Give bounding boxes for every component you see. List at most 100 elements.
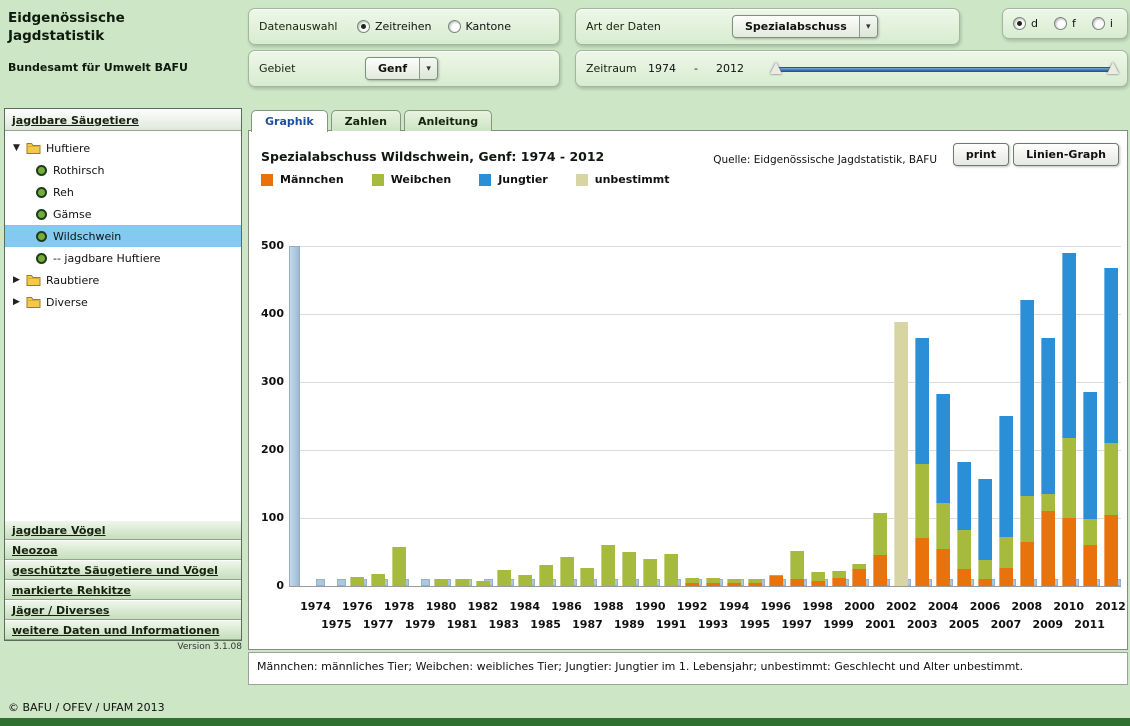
legend-swatch: [576, 174, 588, 186]
x-axis-label: 2002: [880, 600, 922, 613]
tree-folder-diverse[interactable]: ▶Diverse: [5, 291, 241, 313]
chevron-right-icon[interactable]: ▶: [13, 297, 26, 307]
radio-language-i[interactable]: [1092, 17, 1105, 30]
art-der-daten-select[interactable]: Spezialabschuss ▾: [732, 15, 878, 38]
app-title: Eidgenössische Jagdstatistik: [8, 10, 188, 45]
bar-segment-weibchen: [790, 551, 804, 580]
zeitraum-from: 1974: [648, 62, 676, 75]
bar-segment-jungtier: [957, 462, 971, 530]
bar-segment-weibchen: [476, 581, 490, 586]
chart-footnote: Männchen: männliches Tier; Weibchen: wei…: [248, 652, 1128, 685]
bar-segment-weibchen: [392, 547, 406, 586]
bar-segment-männchen: [978, 579, 992, 586]
bar-segment-weibchen: [978, 560, 992, 579]
tree-item-rothirsch[interactable]: Rothirsch: [5, 159, 241, 181]
sidebar-section-jagdbare-vögel[interactable]: jagdbare Vögel: [5, 520, 241, 540]
slider-handle-right[interactable]: [1107, 62, 1119, 74]
legend-item-jungtier: Jungtier: [479, 173, 548, 186]
gebiet-panel: Gebiet Genf ▾: [248, 50, 560, 87]
axis-nub: [337, 579, 346, 586]
folder-icon: [26, 296, 41, 308]
species-bullet-icon: [36, 165, 47, 176]
bar-segment-weibchen: [1041, 494, 1055, 511]
tree-item-gämse[interactable]: Gämse: [5, 203, 241, 225]
sidebar-section-geschützte-säugetiere-und-vögel[interactable]: geschützte Säugetiere und Vögel: [5, 560, 241, 580]
tree-item-label: Gämse: [53, 208, 91, 221]
legend-label: Jungtier: [498, 173, 548, 186]
language-panel: d f i: [1002, 8, 1128, 39]
radio-kantone[interactable]: [448, 20, 461, 33]
y-axis-bar: [289, 246, 300, 586]
legend-item-unbestimmt: unbestimmt: [576, 173, 670, 186]
legend-label: Männchen: [280, 173, 344, 186]
app-title-line2: Jagdstatistik: [8, 28, 188, 46]
tab-anleitung[interactable]: Anleitung: [404, 110, 492, 131]
bar-segment-jungtier: [936, 394, 950, 503]
bar-segment-weibchen: [999, 537, 1013, 568]
bar-segment-weibchen: [748, 579, 762, 584]
bar-segment-weibchen: [664, 554, 678, 586]
chevron-right-icon[interactable]: ▶: [13, 275, 26, 285]
zeitraum-separator: -: [694, 62, 698, 75]
x-axis-label: 1997: [776, 618, 818, 631]
radio-zeitreihen[interactable]: [357, 20, 370, 33]
tree-item-jagdbare-huftiere[interactable]: -- jagdbare Huftiere: [5, 247, 241, 269]
x-axis-label: 1989: [608, 618, 650, 631]
sidebar-section-jäger-diverses[interactable]: Jäger / Diverses: [5, 600, 241, 620]
x-axis-label: 1995: [734, 618, 776, 631]
x-axis-label: 1987: [566, 618, 608, 631]
legend-label: Weibchen: [391, 173, 452, 186]
bar-segment-weibchen: [1083, 519, 1097, 545]
bar-segment-jungtier: [1083, 392, 1097, 519]
tab-label: Graphik: [265, 115, 314, 128]
bar-segment-unbestimmt: [894, 322, 908, 586]
x-axis-label: 2003: [901, 618, 943, 631]
y-axis-label: 500: [252, 239, 284, 252]
tree-item-wildschwein[interactable]: Wildschwein: [5, 225, 241, 247]
art-der-daten-panel: Art der Daten Spezialabschuss ▾: [575, 8, 960, 45]
print-button[interactable]: print: [953, 143, 1009, 166]
bar-segment-jungtier: [1041, 338, 1055, 494]
x-axis-label: 1974: [294, 600, 336, 613]
bar-segment-weibchen: [1104, 443, 1118, 514]
bar-segment-weibchen: [1062, 438, 1076, 518]
tab-zahlen[interactable]: Zahlen: [331, 110, 401, 131]
tree-folder-huftiere[interactable]: ▼Huftiere: [5, 137, 241, 159]
x-axis-label: 2001: [859, 618, 901, 631]
x-axis-label: 2006: [964, 600, 1006, 613]
chevron-down-icon[interactable]: ▼: [13, 143, 26, 153]
tree-folder-raubtiere[interactable]: ▶Raubtiere: [5, 269, 241, 291]
jagdstatistik-app: Eidgenössische Jagdstatistik Bundesamt f…: [0, 0, 1130, 726]
datenauswahl-panel: Datenauswahl Zeitreihen Kantone: [248, 8, 560, 45]
line-graph-button[interactable]: Linien-Graph: [1013, 143, 1119, 166]
legend-swatch: [261, 174, 273, 186]
language-f-label: f: [1072, 17, 1076, 30]
zeitraum-to: 2012: [716, 62, 744, 75]
bar-segment-weibchen: [497, 570, 511, 586]
sidebar-section-markierte-rehkitze[interactable]: markierte Rehkitze: [5, 580, 241, 600]
x-axis-label: 2012: [1090, 600, 1130, 613]
sidebar-section-weitere-daten-und-informationen[interactable]: weitere Daten und Informationen: [5, 620, 241, 640]
bar-segment-weibchen: [936, 503, 950, 549]
y-axis-label: 300: [252, 375, 284, 388]
sidebar-section-jagdbare-saeugetiere[interactable]: jagdbare Säugetiere: [5, 109, 241, 131]
tree-item-label: Reh: [53, 186, 74, 199]
sidebar-section-neozoa[interactable]: Neozoa: [5, 540, 241, 560]
bar-segment-weibchen: [371, 574, 385, 586]
radio-language-f[interactable]: [1054, 17, 1067, 30]
bar-segment-männchen: [727, 583, 741, 586]
gebiet-select[interactable]: Genf ▾: [365, 57, 438, 80]
tree-item-reh[interactable]: Reh: [5, 181, 241, 203]
x-axis-label: 1988: [587, 600, 629, 613]
slider-handle-left[interactable]: [770, 62, 782, 74]
app-title-line1: Eidgenössische: [8, 10, 188, 28]
y-axis-label: 200: [252, 443, 284, 456]
bar-segment-jungtier: [1062, 253, 1076, 439]
zeitraum-slider[interactable]: [772, 60, 1117, 78]
tab-graphik[interactable]: Graphik: [251, 110, 328, 132]
slider-track[interactable]: [774, 67, 1115, 72]
radio-language-d[interactable]: [1013, 17, 1026, 30]
app-subtitle: Bundesamt für Umwelt BAFU: [8, 61, 188, 74]
art-der-daten-label: Art der Daten: [586, 20, 732, 33]
y-axis-label: 400: [252, 307, 284, 320]
